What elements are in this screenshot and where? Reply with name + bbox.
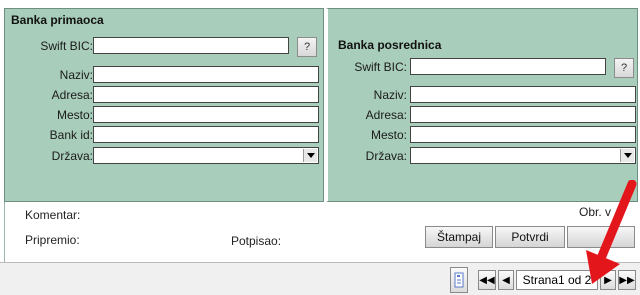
drzava-select[interactable] — [410, 147, 636, 164]
banka-posrednica-panel: Banka posrednica Swift BIC: ? Naziv: Adr… — [326, 8, 638, 202]
swift-lookup-button[interactable]: ? — [297, 37, 317, 57]
mesto-input[interactable] — [410, 126, 636, 143]
bank-id-label: Bank id: — [49, 128, 93, 142]
chevron-down-icon[interactable] — [620, 149, 634, 162]
annotation-arrow-icon — [586, 180, 637, 284]
mesto-label: Mesto: — [370, 128, 407, 142]
swift-lookup-button[interactable]: ? — [614, 58, 634, 78]
mesto-label: Mesto: — [56, 108, 93, 122]
naziv-input[interactable] — [93, 66, 319, 83]
pripremio-label: Pripremio: — [25, 233, 80, 247]
bank-id-input[interactable] — [93, 126, 319, 143]
top-strip — [0, 0, 640, 8]
adresa-label: Adresa: — [51, 88, 93, 102]
potpisao-label: Potpisao: — [231, 234, 282, 248]
drzava-select[interactable] — [93, 147, 319, 164]
adresa-label: Adresa: — [365, 108, 407, 122]
banka-primaoca-panel: Banka primaoca Swift BIC: ? Naziv: Adres… — [4, 8, 324, 202]
komentar-label: Komentar: — [25, 208, 81, 222]
naziv-label: Naziv: — [59, 68, 93, 82]
swift-bic-input[interactable] — [93, 37, 289, 54]
chevron-down-icon[interactable] — [303, 149, 317, 162]
adresa-input[interactable] — [410, 106, 636, 123]
prev-page-button[interactable]: ◀ — [498, 270, 514, 290]
swift-bic-label: Swift BIC: — [354, 60, 407, 74]
banka-posrednica-title: Banka posrednica — [338, 38, 442, 52]
banka-primaoca-title: Banka primaoca — [11, 13, 104, 27]
footer-area: Komentar: Obr. v Pripremio: Potpisao: Št… — [4, 202, 638, 262]
document-icon — [454, 272, 464, 288]
stampaj-button[interactable]: Štampaj — [425, 226, 493, 248]
drzava-label: Država: — [365, 149, 407, 163]
drzava-label: Država: — [51, 149, 93, 163]
naziv-input[interactable] — [410, 86, 636, 103]
swift-bic-input[interactable] — [410, 58, 606, 75]
export-icon[interactable] — [450, 267, 468, 293]
naziv-label: Naziv: — [373, 88, 407, 102]
potvrdi-button[interactable]: Potvrdi — [495, 226, 565, 248]
report-navigation-bar: ◀◀ ◀ Strana1 od 2 ▶ ▶▶ — [0, 262, 640, 295]
adresa-input[interactable] — [93, 86, 319, 103]
swift-bic-label: Swift BIC: — [40, 39, 93, 53]
first-page-button[interactable]: ◀◀ — [478, 270, 496, 290]
mesto-input[interactable] — [93, 106, 319, 123]
